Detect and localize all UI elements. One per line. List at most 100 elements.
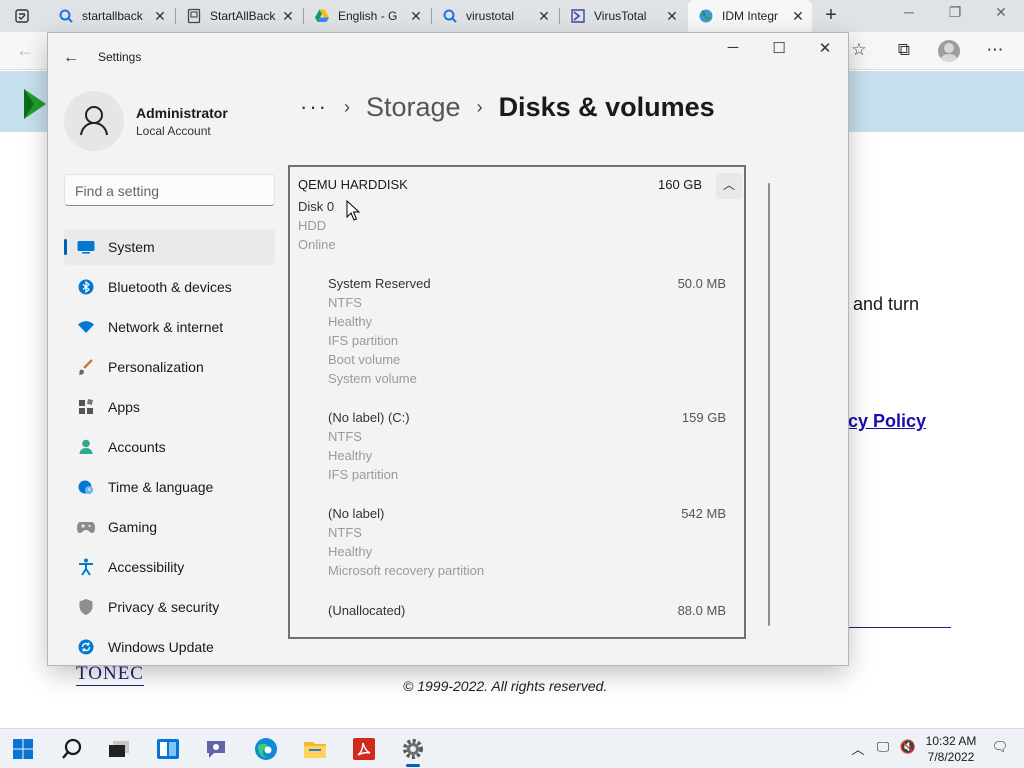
close-tab-icon[interactable]: ✕ xyxy=(790,8,806,25)
sidebar-item-accounts[interactable]: Accounts xyxy=(64,429,275,465)
copyright-text: © 1999-2022. All rights reserved. xyxy=(403,678,608,694)
sidebar-item-label: Personalization xyxy=(108,359,204,375)
tab-virustotal-search[interactable]: virustotal ✕ xyxy=(432,2,558,30)
sidebar-item-label: Privacy & security xyxy=(108,599,220,615)
chevron-right-icon: › xyxy=(343,96,350,117)
disk-panel: QEMU HARDDISK 160 GB ︿ Disk 0 HDD Online… xyxy=(288,165,746,639)
volume-size: 50.0 MB xyxy=(677,276,726,291)
sidebar-item-time-language[interactable]: Time & language xyxy=(64,469,275,505)
restore-icon[interactable]: ❐ xyxy=(940,4,970,26)
widgets-icon[interactable] xyxy=(153,735,183,763)
acrobat-icon[interactable] xyxy=(349,735,379,763)
volume-detail: NTFS xyxy=(328,429,362,444)
sidebar-item-windows-update[interactable]: Windows Update xyxy=(64,629,275,665)
shield-icon xyxy=(76,597,96,617)
sidebar-item-system[interactable]: System xyxy=(64,229,275,265)
close-tab-icon[interactable]: ✕ xyxy=(280,8,296,25)
tab-label: startallback xyxy=(82,9,143,23)
sidebar-item-network-internet[interactable]: Network & internet xyxy=(64,309,275,345)
chevron-up-icon[interactable]: ︿ xyxy=(848,739,868,759)
profile-name: Administrator xyxy=(136,105,228,121)
sidebar-item-bluetooth-devices[interactable]: Bluetooth & devices xyxy=(64,269,275,305)
disk-size: 160 GB xyxy=(658,177,703,192)
volume-name[interactable]: (No label) xyxy=(328,506,384,521)
volume-detail: NTFS xyxy=(328,525,362,540)
profile-avatar-icon[interactable] xyxy=(938,40,960,62)
breadcrumb-overflow-button[interactable]: ··· xyxy=(300,94,328,120)
tab-startallback-search[interactable]: startallback ✕ xyxy=(48,2,174,30)
scrollbar[interactable] xyxy=(768,183,770,626)
back-arrow-icon[interactable]: ← xyxy=(63,49,79,67)
sidebar-item-label: Accounts xyxy=(108,439,166,455)
sidebar-item-label: Bluetooth & devices xyxy=(108,279,232,295)
disk-number: Disk 0 xyxy=(298,199,335,214)
edge-icon[interactable] xyxy=(251,735,281,763)
settings-icon[interactable] xyxy=(398,735,428,767)
volume-detail: Boot volume xyxy=(328,352,401,367)
system-display-icon xyxy=(76,237,96,257)
volume-size: 159 GB xyxy=(681,410,726,425)
avatar[interactable] xyxy=(64,91,124,151)
more-options-icon[interactable]: ⋯ xyxy=(984,40,1006,62)
tab-startallback[interactable]: StartAllBack ✕ xyxy=(176,2,302,30)
sidebar-item-label: Time & language xyxy=(108,479,214,495)
breadcrumb-storage-link[interactable]: Storage xyxy=(366,92,461,123)
accounts-icon xyxy=(76,437,96,457)
settings-nav: System Bluetooth & devices Network & int… xyxy=(64,229,275,665)
tab-label: virustotal xyxy=(466,9,515,23)
search-input[interactable]: Find a setting xyxy=(64,174,275,206)
close-icon[interactable]: ✕ xyxy=(802,39,848,59)
chevron-up-icon[interactable]: ︿ xyxy=(716,173,742,199)
volume-detail: IFS partition xyxy=(328,467,399,482)
tab-label: StartAllBack xyxy=(210,9,276,23)
back-arrow-icon[interactable]: ← xyxy=(16,40,34,61)
volume-detail: Healthy xyxy=(328,314,373,329)
volume-name[interactable]: (Unallocated) xyxy=(328,603,405,618)
privacy-policy-link[interactable]: acy Policy xyxy=(838,411,926,432)
volume-name[interactable]: (No label) (C:) xyxy=(328,410,410,425)
tab-english-drive[interactable]: English - G ✕ xyxy=(304,2,430,30)
volume-name[interactable]: System Reserved xyxy=(328,276,431,291)
task-view-icon[interactable] xyxy=(104,735,134,763)
volume-muted-icon[interactable]: 🔇 xyxy=(898,739,918,759)
apps-icon xyxy=(76,397,96,417)
sidebar-item-accessibility[interactable]: Accessibility xyxy=(64,549,275,585)
sidebar-item-apps[interactable]: Apps xyxy=(64,389,275,425)
sidebar-item-gaming[interactable]: Gaming xyxy=(64,509,275,545)
browser-tab-bar: startallback ✕ StartAllBack ✕ English - … xyxy=(0,0,1024,32)
favorites-icon[interactable]: ☆ xyxy=(848,40,870,62)
notifications-icon[interactable]: 🗨 xyxy=(990,739,1010,759)
volume-detail: Healthy xyxy=(328,448,373,463)
search-icon[interactable] xyxy=(57,735,87,763)
collections-icon[interactable]: ⧉ xyxy=(893,40,915,62)
tab-virustotal[interactable]: VirusTotal ✕ xyxy=(560,2,686,30)
user-icon xyxy=(80,106,108,136)
close-tab-icon[interactable]: ✕ xyxy=(664,8,680,25)
volume-size: 542 MB xyxy=(681,506,726,521)
disk-type: HDD xyxy=(298,218,327,233)
close-tab-icon[interactable]: ✕ xyxy=(408,8,424,25)
close-tab-icon[interactable]: ✕ xyxy=(536,8,552,25)
update-icon xyxy=(76,637,96,657)
start-icon[interactable] xyxy=(8,735,38,763)
chat-icon[interactable] xyxy=(201,735,231,763)
file-explorer-icon[interactable] xyxy=(300,735,330,763)
sidebar-item-privacy-security[interactable]: Privacy & security xyxy=(64,589,275,625)
google-drive-icon xyxy=(315,9,329,22)
new-tab-button[interactable]: + xyxy=(820,4,842,26)
volume-size: 88.0 MB xyxy=(677,603,726,618)
close-icon[interactable]: ✕ xyxy=(986,4,1016,26)
tab-actions-icon[interactable] xyxy=(14,8,30,24)
tab-idm-integration[interactable]: IDM Integr ✕ xyxy=(688,0,812,32)
network-icon[interactable]: 🖵 xyxy=(873,739,893,759)
minimize-icon[interactable]: ─ xyxy=(710,39,756,59)
minimize-icon[interactable]: ─ xyxy=(894,4,924,26)
sidebar-item-personalization[interactable]: Personalization xyxy=(64,349,275,385)
tonec-logo[interactable]: TONEC xyxy=(76,663,144,686)
close-tab-icon[interactable]: ✕ xyxy=(152,8,168,25)
search-icon xyxy=(59,9,73,23)
maximize-icon[interactable]: ☐ xyxy=(756,39,802,59)
clock[interactable]: 10:32 AM 7/8/2022 xyxy=(916,733,986,765)
disk-status: Online xyxy=(298,237,336,252)
sidebar-item-label: Network & internet xyxy=(108,319,224,335)
